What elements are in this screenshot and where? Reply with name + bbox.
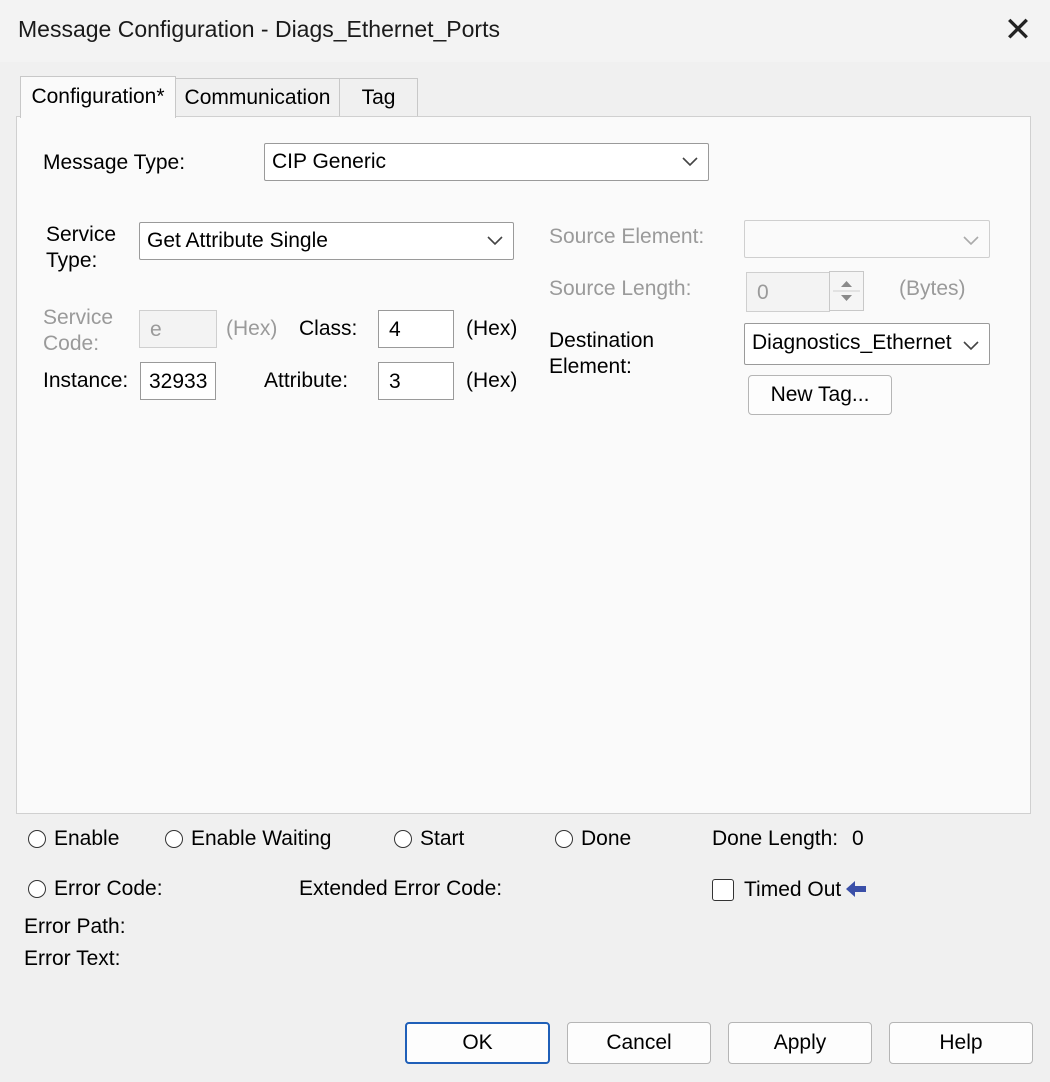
chevron-down-icon — [682, 157, 698, 167]
new-tag-button[interactable]: New Tag... — [748, 375, 892, 415]
source-element-label: Source Element: — [549, 225, 705, 248]
class-field[interactable]: 4 — [378, 310, 454, 348]
service-code-label-line1: Service — [43, 306, 114, 329]
destination-element-label-line2: Element: — [549, 355, 632, 378]
enable-indicator — [28, 830, 46, 848]
done-length-value: 0 — [852, 827, 864, 850]
instance-label: Instance: — [43, 369, 129, 392]
service-code-label-line2: Code: — [43, 332, 100, 355]
timed-out-checkbox[interactable] — [712, 879, 734, 901]
service-type-dropdown[interactable]: Get Attribute Single — [139, 222, 514, 260]
class-label: Class: — [299, 317, 358, 340]
chevron-down-icon — [487, 236, 503, 246]
enable-label: Enable — [54, 827, 120, 850]
apply-button[interactable]: Apply — [728, 1022, 872, 1064]
error-code-indicator — [28, 880, 46, 898]
service-type-value: Get Attribute Single — [147, 229, 328, 252]
destination-element-label-line1: Destination — [549, 329, 655, 352]
chevron-down-icon — [961, 324, 981, 360]
tab-communication[interactable]: Communication — [175, 78, 340, 116]
start-label: Start — [420, 827, 465, 850]
error-path-label: Error Path: — [24, 915, 126, 938]
error-text-label: Error Text: — [24, 947, 121, 970]
enable-waiting-label: Enable Waiting — [191, 827, 332, 850]
cancel-button[interactable]: Cancel — [567, 1022, 711, 1064]
message-type-dropdown[interactable]: CIP Generic — [264, 143, 709, 181]
start-indicator — [394, 830, 412, 848]
spinner-arrows-icon — [833, 281, 860, 301]
done-label: Done — [581, 827, 632, 850]
instance-field[interactable]: 32933 — [140, 362, 216, 400]
destination-element-value: Diagnostics_Ethernet — [752, 331, 952, 354]
done-length-label: Done Length: — [712, 827, 839, 850]
destination-element-dropdown[interactable]: Diagnostics_Ethernet — [744, 323, 990, 365]
source-length-field: 0 — [746, 272, 830, 312]
error-code-label: Error Code: — [54, 877, 163, 900]
timed-out-label: Timed Out — [744, 878, 842, 901]
service-type-label-line1: Service — [46, 223, 117, 246]
source-element-dropdown — [744, 220, 990, 258]
left-arrow-icon — [846, 881, 866, 897]
enable-waiting-indicator — [165, 830, 183, 848]
message-type-value: CIP Generic — [272, 150, 386, 173]
help-button[interactable]: Help — [889, 1022, 1033, 1064]
ok-button[interactable]: OK — [405, 1022, 550, 1064]
service-code-field: e — [139, 310, 217, 348]
message-type-label: Message Type: — [43, 151, 186, 174]
close-icon[interactable]: ✕ — [1000, 10, 1036, 50]
chevron-down-icon — [963, 236, 979, 246]
service-code-hex-label: (Hex) — [226, 317, 278, 340]
attribute-label: Attribute: — [264, 369, 349, 392]
extended-error-code-label: Extended Error Code: — [299, 877, 503, 900]
source-length-label: Source Length: — [549, 277, 692, 300]
attribute-hex-label: (Hex) — [466, 369, 518, 392]
tab-tag[interactable]: Tag — [339, 78, 418, 116]
class-hex-label: (Hex) — [466, 317, 518, 340]
source-length-spinner — [829, 271, 864, 311]
window-title: Message Configuration - Diags_Ethernet_P… — [18, 16, 500, 42]
service-type-label-line2: Type: — [46, 249, 98, 272]
attribute-field[interactable]: 3 — [378, 362, 454, 400]
bytes-label: (Bytes) — [899, 277, 966, 300]
done-indicator — [555, 830, 573, 848]
tab-configuration[interactable]: Configuration* — [20, 76, 176, 118]
